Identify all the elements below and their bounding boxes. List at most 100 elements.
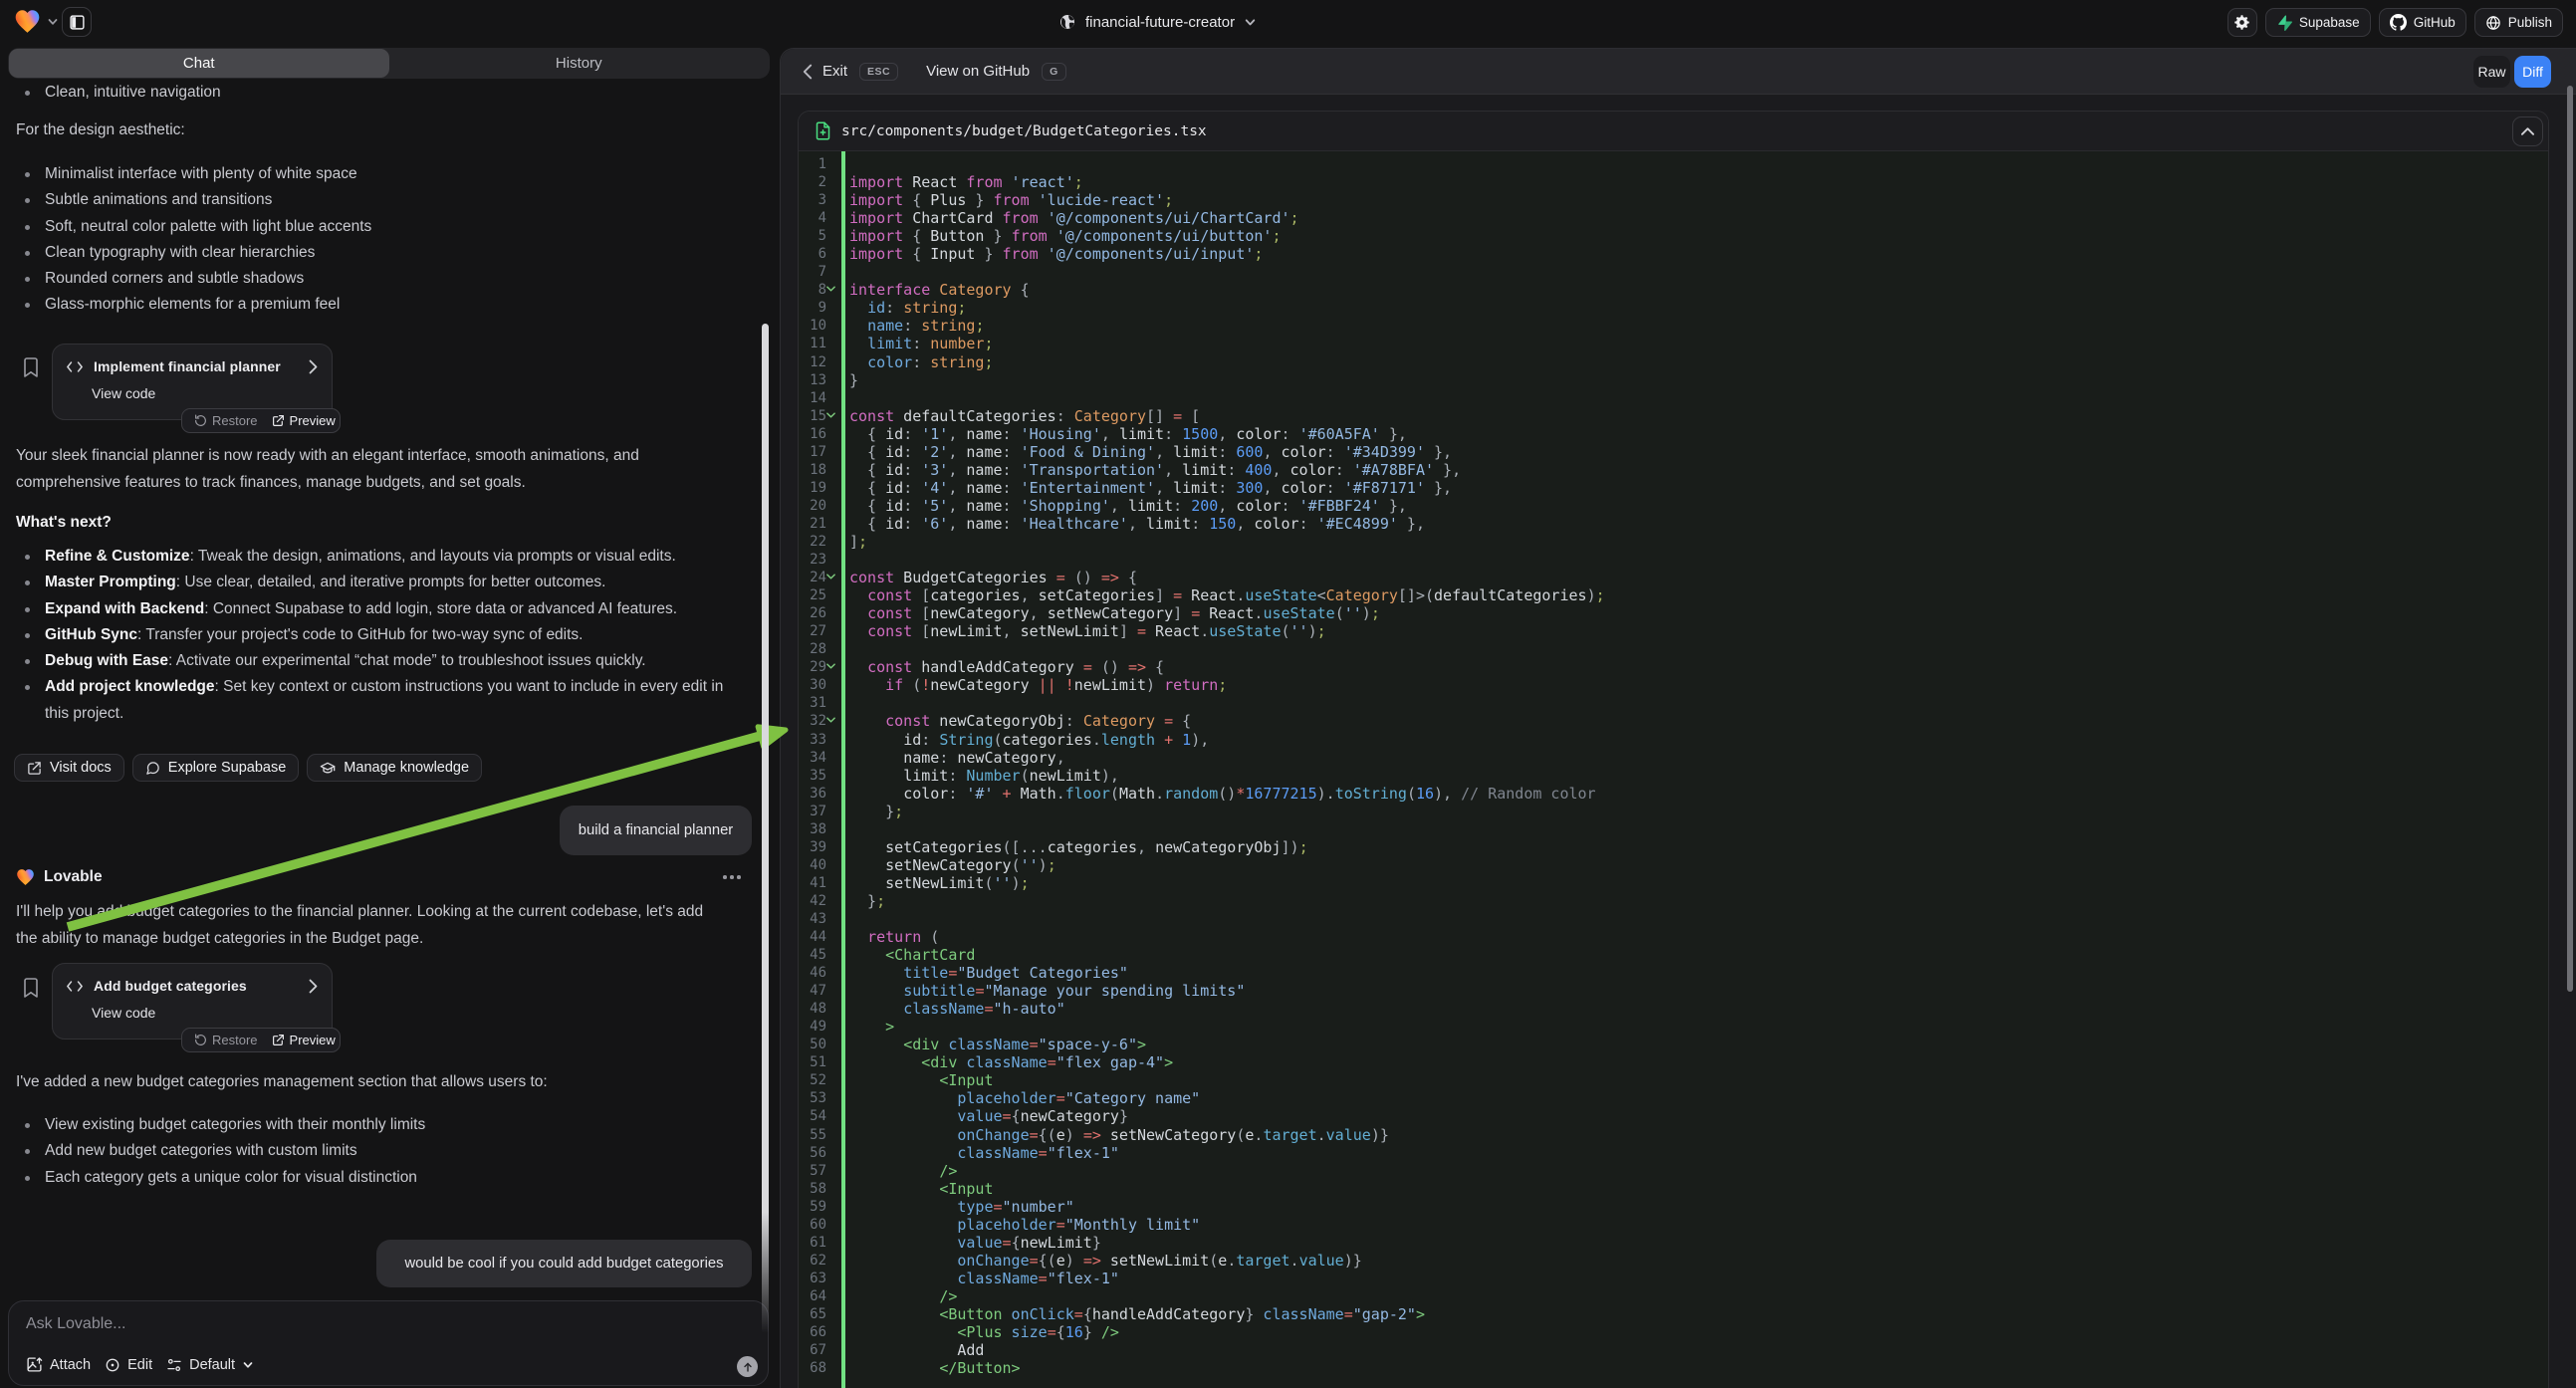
code-line: 48 className="h-auto" bbox=[799, 1000, 2548, 1018]
composer-placeholder[interactable]: Ask Lovable... bbox=[26, 1315, 126, 1333]
lovable-logo-icon[interactable] bbox=[14, 9, 41, 34]
logo-chevron-down-icon[interactable] bbox=[47, 16, 59, 28]
file-header[interactable]: src/components/budget/BudgetCategories.t… bbox=[799, 112, 2548, 151]
exit-button[interactable]: Exit bbox=[822, 63, 847, 80]
project-menu[interactable]: financial-future-creator bbox=[1058, 0, 1257, 44]
collapse-file-button[interactable] bbox=[2512, 116, 2543, 146]
visit-docs-label: Visit docs bbox=[50, 760, 112, 776]
code-line: 1 bbox=[799, 155, 2548, 173]
code-text: interface Category { bbox=[849, 281, 1030, 299]
code-text: const [categories, setCategories] = Reac… bbox=[849, 586, 1605, 604]
github-icon bbox=[2390, 14, 2407, 31]
assistant-name: Lovable bbox=[44, 868, 103, 886]
fold-chevron-icon[interactable] bbox=[826, 658, 849, 676]
line-number: 11 bbox=[799, 335, 826, 352]
toggle-sidebar-button[interactable] bbox=[62, 7, 92, 37]
line-number: 13 bbox=[799, 371, 826, 389]
fold-chevron-icon[interactable] bbox=[826, 281, 849, 299]
message-circle-icon bbox=[145, 761, 160, 776]
supabase-button[interactable]: Supabase bbox=[2265, 8, 2371, 37]
code-text: <Input bbox=[849, 1071, 994, 1089]
github-button[interactable]: GitHub bbox=[2379, 8, 2466, 37]
code-line: 49 > bbox=[799, 1018, 2548, 1036]
manage-knowledge-button[interactable]: Manage knowledge bbox=[307, 754, 482, 782]
code-text: return ( bbox=[849, 928, 939, 946]
fold-spacer bbox=[826, 910, 849, 928]
code-line: 28 bbox=[799, 640, 2548, 658]
fold-spacer bbox=[826, 785, 849, 803]
diff-toggle-button[interactable]: Diff bbox=[2514, 56, 2551, 88]
added-text: I've added a new budget categories manag… bbox=[16, 1069, 737, 1096]
attach-button[interactable]: Attach bbox=[26, 1356, 91, 1373]
preview-button[interactable]: Preview bbox=[290, 413, 336, 428]
fold-chevron-icon[interactable] bbox=[826, 407, 849, 425]
edit-button[interactable]: Edit bbox=[105, 1357, 152, 1373]
code-text: onChange={(e) => setNewLimit(e.target.va… bbox=[849, 1252, 1362, 1270]
view-code-link[interactable]: View code bbox=[92, 1005, 318, 1021]
fold-spacer bbox=[826, 497, 849, 515]
attach-label: Attach bbox=[50, 1357, 91, 1373]
fold-spacer bbox=[826, 803, 849, 820]
send-button[interactable] bbox=[737, 1356, 758, 1377]
chat-tabs: Chat History bbox=[8, 48, 770, 79]
code-line: 6import { Input } from '@/components/ui/… bbox=[799, 245, 2548, 263]
view-on-github-link[interactable]: View on GitHub bbox=[926, 63, 1030, 80]
explore-supabase-button[interactable]: Explore Supabase bbox=[132, 754, 300, 782]
visit-docs-button[interactable]: Visit docs bbox=[14, 754, 124, 782]
code-line: 67 Add bbox=[799, 1341, 2548, 1359]
code-text: /> bbox=[849, 1162, 957, 1180]
code-text: className="h-auto" bbox=[849, 1000, 1065, 1018]
list-item: GitHub Sync: Transfer your project's cod… bbox=[16, 622, 737, 648]
restore-icon bbox=[194, 414, 207, 427]
code-text: { id: '4', name: 'Entertainment', limit:… bbox=[849, 479, 1452, 497]
view-code-link[interactable]: View code bbox=[92, 385, 318, 401]
chevron-right-icon bbox=[309, 359, 318, 374]
restore-button[interactable]: Restore bbox=[212, 413, 258, 428]
code-scrollbar[interactable] bbox=[2567, 86, 2573, 992]
code-text: const handleAddCategory = () => { bbox=[849, 658, 1164, 676]
line-number: 59 bbox=[799, 1198, 826, 1216]
code-text: <Plus size={16} /> bbox=[849, 1323, 1119, 1341]
line-number: 53 bbox=[799, 1089, 826, 1107]
publish-button[interactable]: Publish bbox=[2474, 8, 2563, 37]
bookmark-icon[interactable] bbox=[23, 978, 39, 998]
code-line: 53 placeholder="Category name" bbox=[799, 1089, 2548, 1107]
restore-button[interactable]: Restore bbox=[212, 1033, 258, 1047]
tab-history[interactable]: History bbox=[389, 49, 770, 78]
chat-composer[interactable]: Ask Lovable... Attach Edit Default bbox=[8, 1300, 769, 1386]
tab-chat[interactable]: Chat bbox=[9, 49, 389, 78]
settings-button[interactable] bbox=[2227, 8, 2257, 37]
edit-label: Edit bbox=[127, 1357, 152, 1373]
line-number: 63 bbox=[799, 1270, 826, 1287]
preview-button[interactable]: Preview bbox=[290, 1033, 336, 1047]
fold-chevron-icon[interactable] bbox=[826, 569, 849, 586]
raw-toggle-button[interactable]: Raw bbox=[2473, 56, 2510, 88]
code-line: 55 onChange={(e) => setNewCategory(e.tar… bbox=[799, 1126, 2548, 1144]
chat-scrollbar[interactable] bbox=[762, 324, 769, 1333]
list-item: View existing budget categories with the… bbox=[16, 1112, 737, 1138]
line-number: 66 bbox=[799, 1323, 826, 1341]
code-line: 3import { Plus } from 'lucide-react'; bbox=[799, 191, 2548, 209]
line-number: 34 bbox=[799, 749, 826, 767]
message-menu-button[interactable] bbox=[723, 875, 741, 879]
code-line: 45 <ChartCard bbox=[799, 946, 2548, 964]
project-chevron-down-icon bbox=[1244, 16, 1257, 29]
line-number: 4 bbox=[799, 209, 826, 227]
fold-chevron-icon[interactable] bbox=[826, 712, 849, 730]
code-line: 39 setCategories([...categories, newCate… bbox=[799, 838, 2548, 856]
code-line: 46 title="Budget Categories" bbox=[799, 964, 2548, 982]
arrow-up-icon bbox=[742, 1361, 754, 1373]
code-line: 9 id: string; bbox=[799, 299, 2548, 317]
code-line: 5import { Button } from '@/components/ui… bbox=[799, 227, 2548, 245]
line-number: 49 bbox=[799, 1018, 826, 1036]
fold-spacer bbox=[826, 353, 849, 371]
line-number: 24 bbox=[799, 569, 826, 586]
mode-selector[interactable]: Default bbox=[166, 1357, 254, 1373]
code-line: 40 setNewCategory(''); bbox=[799, 856, 2548, 874]
line-number: 12 bbox=[799, 353, 826, 371]
line-number: 47 bbox=[799, 982, 826, 1000]
line-number: 51 bbox=[799, 1053, 826, 1071]
code-text: const [newCategory, setNewCategory] = Re… bbox=[849, 604, 1380, 622]
github-label: GitHub bbox=[2414, 15, 2456, 30]
bookmark-icon[interactable] bbox=[23, 357, 39, 377]
